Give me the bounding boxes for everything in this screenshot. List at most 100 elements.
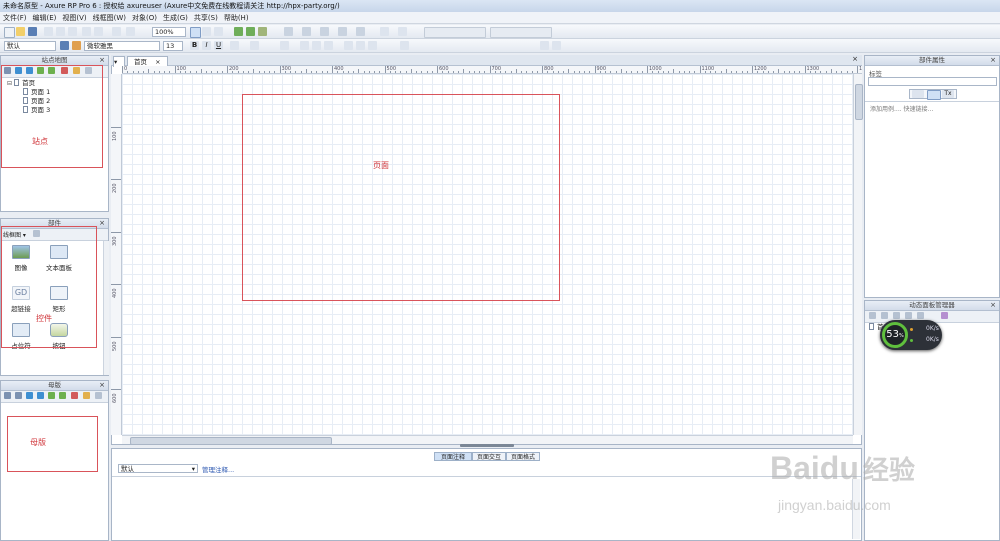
connect-mode-icon[interactable] bbox=[202, 27, 211, 36]
select-mode-icon[interactable] bbox=[190, 27, 201, 38]
widgets-scrollbar[interactable] bbox=[103, 241, 109, 375]
redo-icon[interactable] bbox=[94, 27, 103, 36]
menu-share[interactable]: 共享(S) bbox=[191, 12, 221, 24]
indent-icon[interactable] bbox=[48, 392, 55, 399]
arrow-style-icon[interactable] bbox=[356, 27, 365, 36]
delete-icon[interactable] bbox=[71, 392, 78, 399]
move-down-icon[interactable] bbox=[905, 312, 912, 319]
canvas-horizontal-scrollbar[interactable] bbox=[122, 435, 853, 445]
text-format-icon[interactable] bbox=[280, 41, 289, 50]
ruler-minor-tick bbox=[363, 71, 365, 73]
style-select[interactable]: 默认 bbox=[4, 41, 56, 51]
align-icon[interactable] bbox=[398, 27, 407, 36]
bullet-icon[interactable] bbox=[250, 41, 259, 50]
ruler-minor-tick bbox=[773, 71, 774, 73]
line-width-icon[interactable] bbox=[320, 27, 329, 36]
search-icon[interactable] bbox=[95, 392, 102, 399]
splitter-handle[interactable] bbox=[460, 444, 514, 447]
tab-page-format[interactable]: 页面格式 bbox=[506, 452, 540, 461]
interactions-icon[interactable] bbox=[912, 90, 924, 98]
close-icon[interactable]: × bbox=[99, 56, 105, 65]
valign-bottom-icon[interactable] bbox=[368, 41, 377, 50]
annotations-icon[interactable] bbox=[927, 90, 941, 100]
bold-icon[interactable]: B bbox=[190, 41, 199, 50]
text-color-icon[interactable] bbox=[230, 41, 239, 50]
menu-help[interactable]: 帮助(H) bbox=[221, 12, 252, 24]
line-style-icon[interactable] bbox=[338, 27, 347, 36]
align-left-icon[interactable] bbox=[300, 41, 309, 50]
tab-page-notes[interactable]: 页面注释 bbox=[434, 452, 472, 461]
canvas-vertical-scrollbar[interactable] bbox=[853, 74, 863, 435]
menu-wireframe[interactable]: 线框图(W) bbox=[90, 12, 129, 24]
scroll-thumb[interactable] bbox=[855, 84, 863, 120]
label-input[interactable] bbox=[868, 77, 997, 86]
menu-view[interactable]: 视图(V) bbox=[59, 12, 89, 24]
format-icon[interactable]: Tx bbox=[942, 90, 954, 98]
ruler-minor-tick bbox=[211, 71, 213, 73]
undo-icon[interactable] bbox=[82, 27, 91, 36]
delete-icon[interactable] bbox=[917, 312, 924, 319]
network-speed-widget[interactable]: 53% 0K/s 0K/s bbox=[880, 320, 942, 350]
add-state-icon[interactable] bbox=[869, 312, 876, 319]
font-size-select[interactable]: 13 bbox=[163, 41, 183, 51]
order-icon[interactable] bbox=[380, 27, 389, 36]
add-folder-icon[interactable] bbox=[15, 392, 22, 399]
publish-icon[interactable] bbox=[258, 27, 267, 36]
move-up-icon[interactable] bbox=[26, 392, 33, 399]
cut-icon[interactable] bbox=[44, 27, 53, 36]
valign-middle-icon[interactable] bbox=[356, 41, 365, 50]
copy-icon[interactable] bbox=[56, 27, 65, 36]
menu-edit[interactable]: 编辑(E) bbox=[30, 12, 60, 24]
select-contained-icon[interactable] bbox=[214, 27, 223, 36]
format-painter-icon[interactable] bbox=[112, 27, 121, 36]
ruler-minor-tick bbox=[353, 71, 354, 73]
underline-icon[interactable]: U bbox=[214, 41, 223, 50]
move-down-icon[interactable] bbox=[37, 392, 44, 399]
notes-select[interactable]: 默认 ▾ bbox=[118, 464, 198, 473]
close-icon[interactable]: × bbox=[99, 381, 105, 390]
position-box[interactable] bbox=[424, 27, 486, 38]
size-box[interactable] bbox=[490, 27, 552, 38]
align-right-icon[interactable] bbox=[324, 41, 333, 50]
zoom-select[interactable]: 100% bbox=[152, 27, 186, 37]
menu-file[interactable]: 文件(F) bbox=[0, 12, 30, 24]
open-icon[interactable] bbox=[16, 27, 25, 36]
grid-icon[interactable] bbox=[540, 41, 549, 50]
move-up-icon[interactable] bbox=[893, 312, 900, 319]
distribute-icon[interactable] bbox=[400, 41, 409, 50]
close-icon[interactable]: × bbox=[990, 301, 996, 310]
widget-properties-panel: 部件属性 × 标签 Tx 添加用例.... 快速链接... bbox=[864, 55, 1000, 298]
italic-icon[interactable]: I bbox=[202, 41, 211, 50]
ruler-tick bbox=[279, 66, 281, 73]
menu-object[interactable]: 对象(O) bbox=[129, 12, 160, 24]
menu-generate[interactable]: 生成(G) bbox=[160, 12, 191, 24]
close-icon[interactable]: × bbox=[99, 219, 105, 228]
snap-icon[interactable] bbox=[552, 41, 561, 50]
close-icon[interactable]: × bbox=[990, 56, 996, 65]
valign-top-icon[interactable] bbox=[344, 41, 353, 50]
new-icon[interactable] bbox=[4, 27, 15, 38]
scroll-thumb[interactable] bbox=[130, 437, 332, 445]
save-icon[interactable] bbox=[28, 27, 37, 36]
close-icon[interactable]: × bbox=[852, 55, 858, 63]
edit-icon[interactable] bbox=[941, 312, 948, 319]
add-master-icon[interactable] bbox=[4, 392, 11, 399]
add-case-hint[interactable]: 添加用例.... 快速链接... bbox=[870, 104, 933, 113]
line-color-icon[interactable] bbox=[302, 27, 311, 36]
format-brush-icon[interactable] bbox=[72, 41, 81, 50]
align-center-icon[interactable] bbox=[312, 41, 321, 50]
ruler-minor-tick bbox=[557, 71, 559, 73]
font-select[interactable]: 微软雅黑 bbox=[84, 41, 160, 51]
style-edit-icon[interactable] bbox=[60, 41, 69, 50]
preview-icon[interactable] bbox=[234, 27, 243, 36]
paste-icon[interactable] bbox=[68, 27, 77, 36]
outdent-icon[interactable] bbox=[59, 392, 66, 399]
generate-icon[interactable] bbox=[246, 27, 255, 36]
edit-icon[interactable] bbox=[83, 392, 90, 399]
manage-notes-link[interactable]: 管理注释... bbox=[202, 464, 234, 474]
close-icon[interactable]: × bbox=[155, 58, 160, 66]
group-icon[interactable] bbox=[126, 27, 135, 36]
tab-page-interactions[interactable]: 页面交互 bbox=[472, 452, 506, 461]
fill-color-icon[interactable] bbox=[284, 27, 293, 36]
duplicate-icon[interactable] bbox=[881, 312, 888, 319]
